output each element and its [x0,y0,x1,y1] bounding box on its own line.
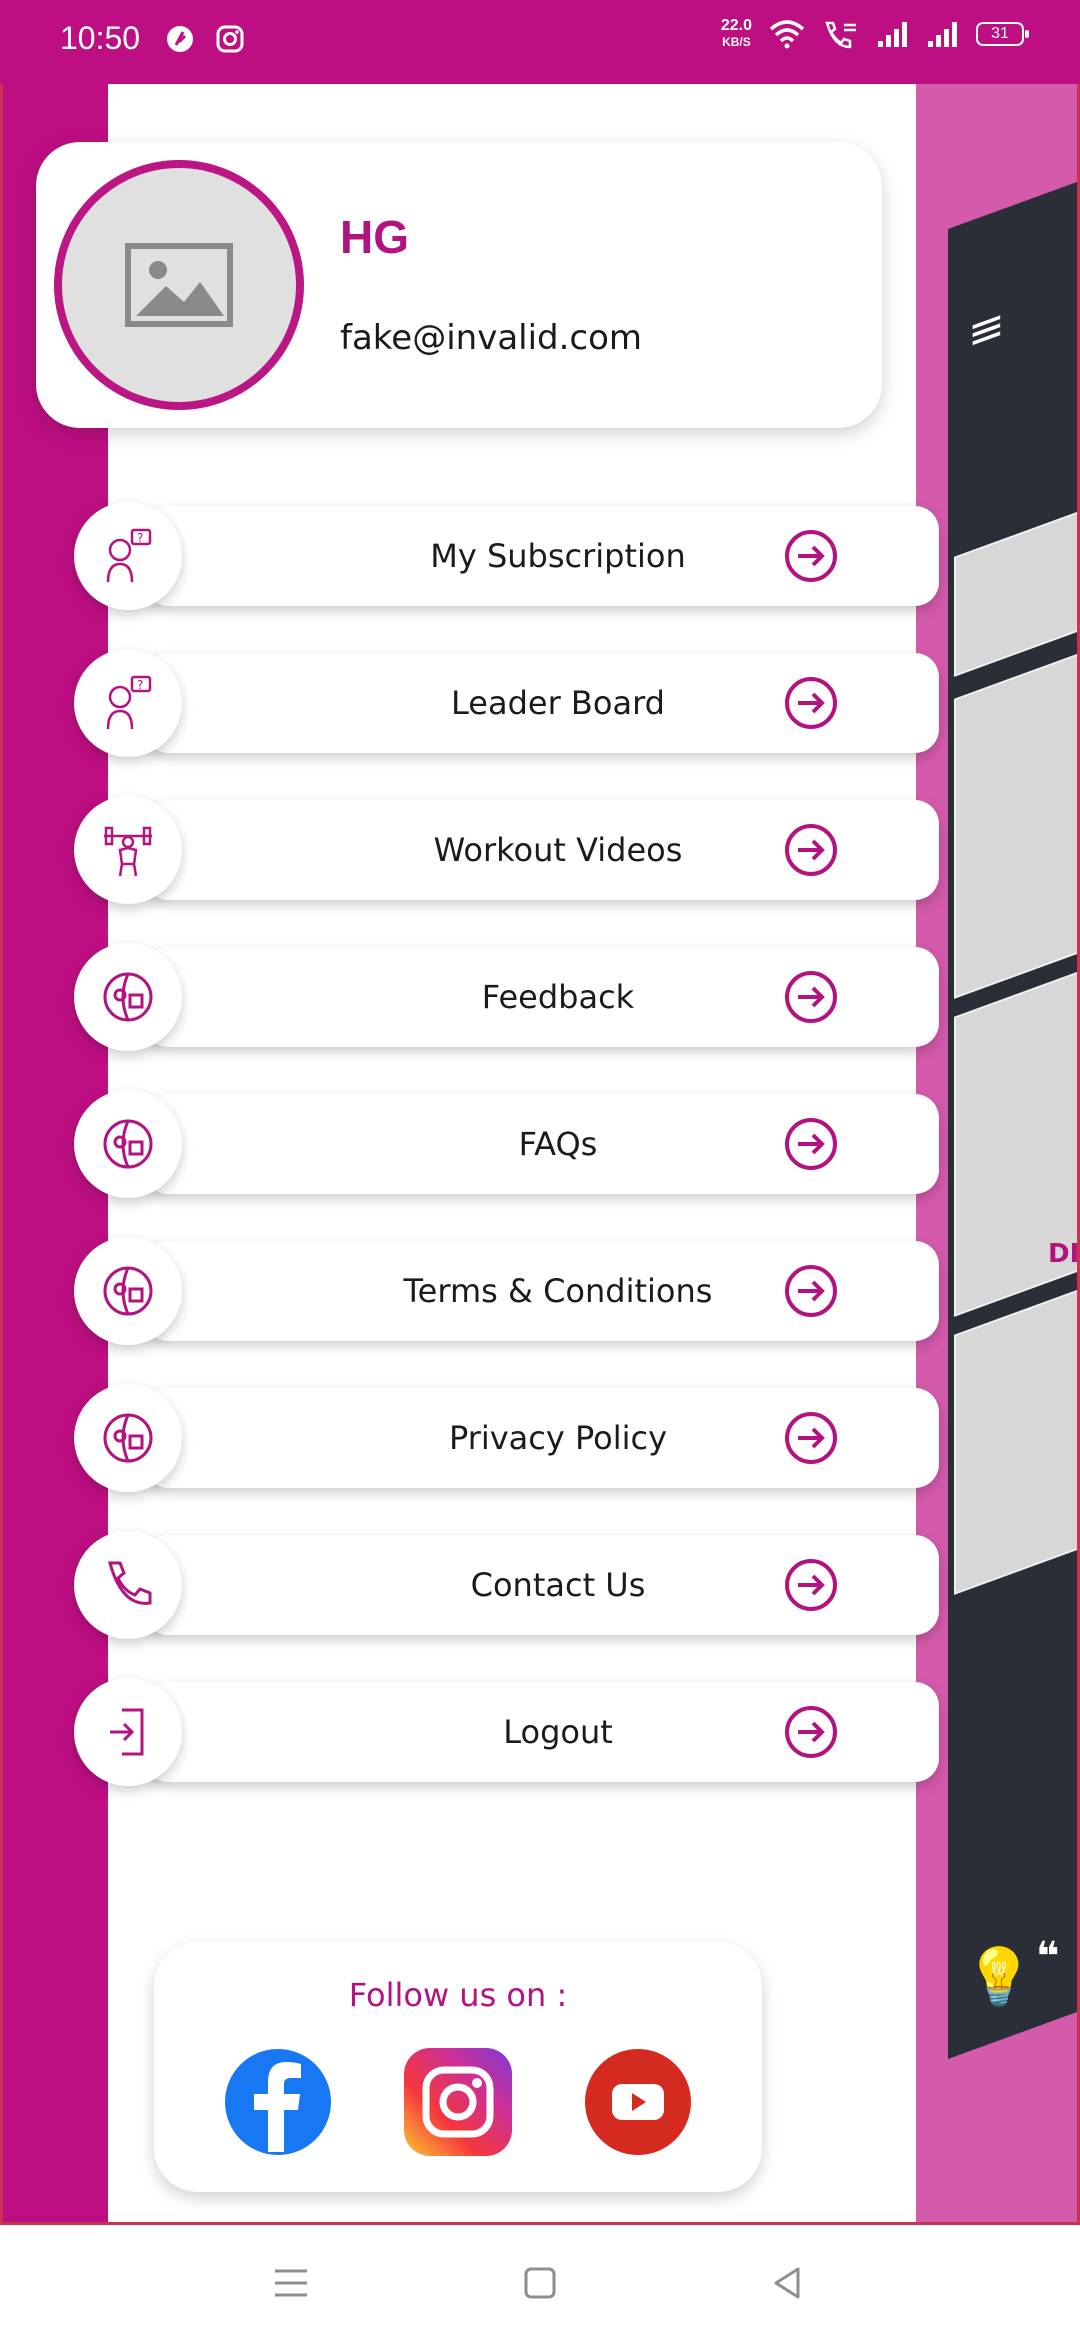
support-agent-icon: ? [74,649,182,757]
feather-notification-icon [167,26,193,52]
follow-us-title: Follow us on : [348,1976,568,2014]
system-icons: 22.0 KB/S 31 [721,18,1029,50]
arrow-right-circle-icon[interactable] [784,1264,838,1318]
profile-name: HG [340,211,409,263]
menu-item-terms-conditions[interactable]: Terms & Conditions [74,1237,939,1345]
net-speed: 22.0 KB/S [721,18,752,50]
wifi-icon [769,20,805,49]
svg-text:?: ? [137,678,143,692]
battery-indicator: 31 [976,22,1029,46]
menu-item-logout[interactable]: Logout [74,1678,939,1786]
quote-icon: ❝ [1036,1934,1060,1980]
preview-card [954,626,1077,999]
preview-card [954,1262,1077,1595]
arrow-right-circle-icon[interactable] [784,1705,838,1759]
home-icon[interactable] [516,2259,564,2307]
light-bulb-icon: 💡 [964,1945,1034,2010]
chat-faces-icon [74,1237,182,1345]
phone-icon [74,1531,182,1639]
instagram-notification-icon [216,25,244,53]
youtube-icon[interactable] [584,2048,692,2156]
preview-partial-text: DI [1048,1239,1080,1269]
instagram-icon[interactable] [404,2048,512,2156]
preview-card [954,484,1077,677]
profile-email: fake@invalid.com [340,318,643,358]
arrow-right-circle-icon[interactable] [784,1558,838,1612]
chat-faces-icon [74,1090,182,1198]
signal-2-icon [928,22,957,47]
support-agent-icon: ? [74,502,182,610]
clock: 10:50 [60,20,141,56]
arrow-right-circle-icon[interactable] [784,529,838,583]
facebook-icon[interactable] [224,2048,332,2156]
weightlifter-icon [74,796,182,904]
recent-apps-icon[interactable] [267,2259,315,2307]
status-bar: 10:50 22.0 KB/S 31 [0,0,1080,84]
net-speed-unit: KB/S [722,35,751,49]
arrow-right-circle-icon[interactable] [784,970,838,1024]
menu-item-my-subscription[interactable]: ? My Subscription [74,502,939,610]
logout-icon [74,1678,182,1786]
svg-text:?: ? [137,531,143,545]
image-placeholder-icon [125,243,233,327]
chat-faces-icon [74,943,182,1051]
arrow-right-circle-icon[interactable] [784,676,838,730]
arrow-right-circle-icon[interactable] [784,1117,838,1171]
system-navigation-bar [0,2225,1080,2340]
arrow-right-circle-icon[interactable] [784,1411,838,1465]
menu-item-faqs[interactable]: FAQs [74,1090,939,1198]
menu-item-leader-board[interactable]: ? Leader Board [74,649,939,757]
menu-item-privacy-policy[interactable]: Privacy Policy [74,1384,939,1492]
background-app-preview[interactable]: ≡ DI 💡 ❝ [916,84,1080,2224]
menu-item-workout-videos[interactable]: Workout Videos [74,796,939,904]
avatar[interactable] [54,160,304,410]
signal-1-icon [878,22,907,47]
preview-screen [948,134,1077,2060]
menu-item-feedback[interactable]: Feedback [74,943,939,1051]
back-icon[interactable] [764,2259,812,2307]
notification-icons [165,24,245,54]
chat-faces-icon [74,1384,182,1492]
follow-us-card: Follow us on : [154,1942,762,2192]
arrow-right-circle-icon[interactable] [784,823,838,877]
wifi-calling-icon [825,21,856,49]
net-speed-value: 22.0 [720,17,752,34]
menu-item-contact-us[interactable]: Contact Us [74,1531,939,1639]
